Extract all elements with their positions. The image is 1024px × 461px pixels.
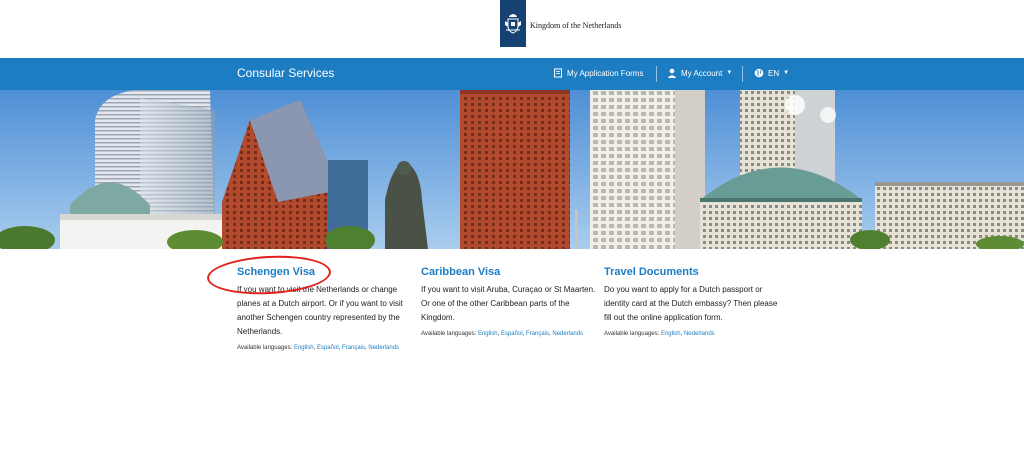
available-languages: Available languages: English, Español, F…: [421, 331, 584, 337]
language-selector[interactable]: EN ▼: [754, 68, 789, 78]
lang-nederlands-link[interactable]: Nederlands: [368, 345, 399, 351]
card-description: Do you want to apply for a Dutch passpor…: [604, 285, 778, 322]
user-icon: [667, 68, 677, 78]
globe-icon: [754, 68, 764, 78]
coat-of-arms-icon: [505, 13, 521, 34]
available-languages: Available languages: English, Nederlands: [604, 331, 715, 337]
chevron-down-icon: ▼: [783, 70, 790, 76]
my-application-forms-label: My Application Forms: [567, 68, 644, 78]
travel-documents-link[interactable]: Travel Documents: [604, 266, 784, 278]
site-title[interactable]: Consular Services: [237, 66, 334, 80]
logo-text: Kingdom of the Netherlands: [530, 21, 622, 30]
available-languages-label: Available languages:: [421, 331, 477, 337]
language-label: EN: [768, 68, 780, 78]
my-application-forms-link[interactable]: My Application Forms: [553, 68, 643, 78]
lang-nederlands-link[interactable]: Nederlands: [684, 331, 715, 337]
nav-divider: [656, 66, 657, 82]
caribbean-visa-link[interactable]: Caribbean Visa: [421, 266, 601, 278]
lang-english-link[interactable]: English: [478, 331, 498, 337]
lang-espanol-link[interactable]: Español: [501, 331, 523, 337]
card-description: If you want to visit Aruba, Curaçao or S…: [421, 285, 596, 322]
page: Kingdom of the Netherlands Consular Serv…: [0, 0, 1024, 461]
lang-nederlands-link[interactable]: Nederlands: [552, 331, 583, 337]
available-languages: Available languages: English, Español, F…: [237, 345, 400, 351]
lang-english-link[interactable]: English: [294, 345, 314, 351]
top-header: Kingdom of the Netherlands: [0, 0, 1024, 58]
available-languages-label: Available languages:: [604, 331, 660, 337]
lang-francais-link[interactable]: Français: [342, 345, 365, 351]
my-account-menu[interactable]: My Account ▼: [667, 68, 732, 78]
lang-francais-link[interactable]: Français: [526, 331, 549, 337]
chevron-down-icon: ▼: [726, 70, 733, 76]
navbar: Consular Services My Application Forms M…: [0, 58, 1024, 90]
my-account-label: My Account: [681, 68, 723, 78]
coat-of-arms-logo[interactable]: [500, 0, 526, 47]
available-languages-label: Available languages:: [237, 345, 293, 351]
card-travel-documents: Travel Documents Do you want to apply fo…: [604, 266, 784, 337]
nav-divider: [742, 66, 743, 82]
card-caribbean-visa: Caribbean Visa If you want to visit Arub…: [421, 266, 601, 337]
forms-icon: [554, 68, 562, 78]
lang-espanol-link[interactable]: Español: [317, 345, 339, 351]
skyline-banner-image: [0, 90, 1024, 249]
lang-english-link[interactable]: English: [661, 331, 681, 337]
